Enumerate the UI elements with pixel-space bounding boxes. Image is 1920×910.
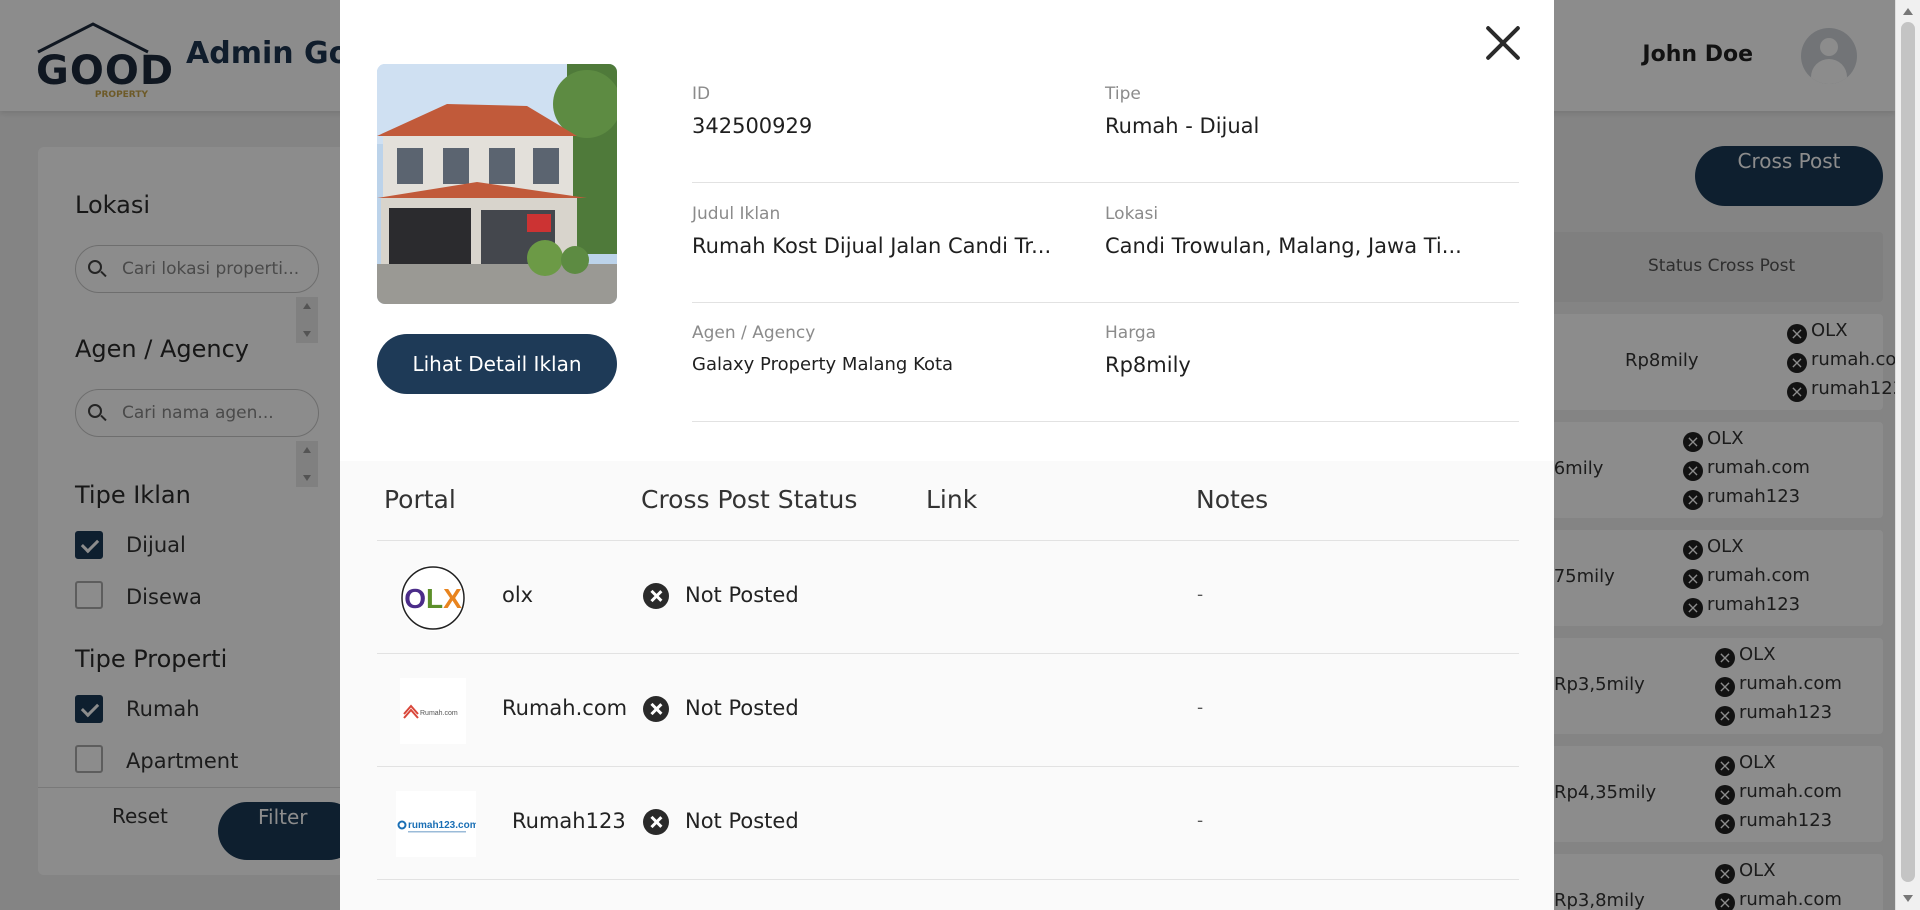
portal-row-rumah-com: Rumah.com Rumah.com Not Posted - (377, 654, 1519, 767)
rumah-com-logo-icon: Rumah.com (400, 678, 466, 744)
house-photo-illustration (377, 64, 617, 304)
page-scrollbar[interactable] (1895, 0, 1920, 910)
not-posted-icon (643, 809, 669, 835)
harga-field: Harga Rp8mily (1105, 323, 1191, 377)
lihat-detail-iklan-button[interactable]: Lihat Detail Iklan (377, 334, 617, 394)
status-text: Not Posted (685, 583, 799, 607)
id-label: ID (692, 84, 711, 104)
svg-text:OLX: OLX (404, 583, 462, 614)
cross-post-status: Not Posted (643, 583, 799, 609)
portal-row-olx: OLX olx Not Posted - (377, 541, 1519, 654)
id-field: ID 342500929 (692, 84, 812, 138)
id-value: 342500929 (692, 114, 813, 138)
divider (692, 182, 1519, 183)
olx-logo-icon: OLX (401, 566, 465, 630)
portal-column-header: Portal (384, 485, 456, 514)
olx-logo: OLX (400, 565, 466, 631)
rumah123-logo-icon: rumah123.com (396, 791, 479, 857)
status-text: Not Posted (685, 809, 799, 833)
notes-cell: - (1197, 811, 1204, 831)
notes-cell: - (1197, 698, 1204, 718)
scroll-down-arrow-icon[interactable] (1903, 895, 1913, 902)
lokasi-field: Lokasi Candi Trowulan, Malang, Jawa Ti..… (1105, 204, 1462, 258)
status-text: Not Posted (685, 696, 799, 720)
rumah-com-logo: Rumah.com (400, 678, 466, 744)
agen-value: Galaxy Property Malang Kota (692, 354, 954, 375)
divider (692, 302, 1519, 303)
judul-value: Rumah Kost Dijual Jalan Candi Tr... (692, 234, 1052, 258)
svg-text:Rumah.com: Rumah.com (420, 710, 458, 717)
harga-value: Rp8mily (1105, 353, 1191, 377)
link-column-header: Link (926, 485, 978, 514)
not-posted-icon (643, 696, 669, 722)
harga-label: Harga (1105, 323, 1157, 343)
portal-name: Rumah.com (502, 696, 628, 720)
portal-table: Portal Cross Post Status Link Notes OLX … (340, 461, 1554, 910)
listing-detail-modal: Lihat Detail Iklan ID 342500929 Tipe Rum… (340, 0, 1554, 910)
tipe-field: Tipe Rumah - Dijual (1105, 84, 1259, 138)
portal-table-header: Portal Cross Post Status Link Notes (377, 461, 1519, 541)
status-column-header: Cross Post Status (641, 485, 858, 514)
scroll-up-arrow-icon[interactable] (1903, 8, 1913, 15)
close-icon[interactable] (1482, 22, 1524, 64)
judul-label: Judul Iklan (692, 204, 781, 224)
not-posted-icon (643, 583, 669, 609)
portal-row-rumah123: rumah123.com Rumah123 Not Posted - (377, 767, 1519, 880)
tipe-label: Tipe (1105, 84, 1141, 104)
cross-post-status: Not Posted (643, 809, 799, 835)
lokasi-label: Lokasi (1105, 204, 1159, 224)
rumah123-logo: rumah123.com (396, 791, 479, 857)
property-photo (377, 64, 617, 304)
notes-cell: - (1197, 585, 1204, 605)
tipe-value: Rumah - Dijual (1105, 114, 1260, 138)
judul-field: Judul Iklan Rumah Kost Dijual Jalan Cand… (692, 204, 1051, 258)
portal-name: olx (502, 583, 534, 607)
divider (692, 421, 1519, 422)
lokasi-value: Candi Trowulan, Malang, Jawa Ti... (1105, 234, 1462, 258)
portal-name: Rumah123 (512, 809, 626, 833)
agen-label: Agen / Agency (692, 323, 816, 343)
notes-column-header: Notes (1196, 485, 1269, 514)
agen-field: Agen / Agency Galaxy Property Malang Kot… (692, 323, 953, 375)
scrollbar-thumb[interactable] (1901, 22, 1915, 882)
cross-post-status: Not Posted (643, 696, 799, 722)
svg-text:rumah123.com: rumah123.com (408, 820, 476, 831)
